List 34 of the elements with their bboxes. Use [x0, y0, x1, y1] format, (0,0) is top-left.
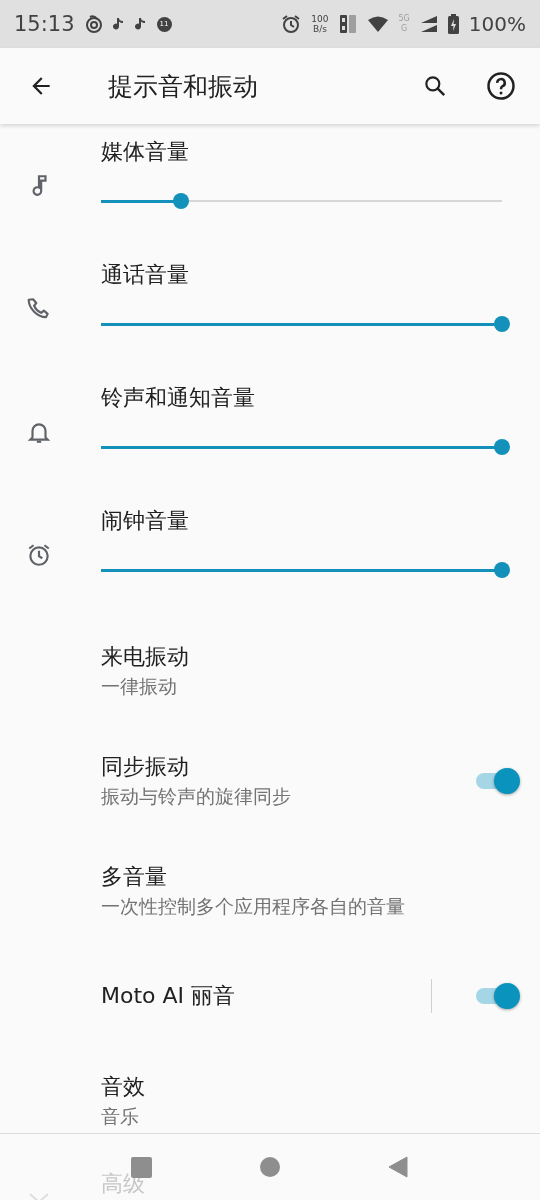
slider-label: 闹钟音量 — [101, 507, 190, 535]
sim-cards-icon — [338, 14, 357, 34]
music-note-icon — [112, 17, 125, 31]
help-icon[interactable] — [486, 71, 516, 101]
wifi-icon — [366, 16, 389, 32]
signal-icon — [419, 15, 438, 33]
setting-summary: 一次性控制多个应用程序各自的音量 — [101, 894, 406, 919]
battery-percentage: 100% — [468, 12, 526, 36]
setting-summary: 振动与铃声的旋律同步 — [101, 784, 292, 809]
slider-label: 媒体音量 — [101, 138, 190, 166]
slider-thumb[interactable] — [494, 316, 510, 332]
slider-thumb[interactable] — [494, 439, 510, 455]
setting-summary: 一律振动 — [101, 674, 178, 699]
net-speed-unit: B/s — [312, 24, 327, 34]
slider-label: 铃声和通知音量 — [101, 384, 256, 412]
music-note-icon — [134, 17, 147, 31]
page-title: 提示音和振动 — [108, 70, 259, 103]
home-button[interactable] — [260, 1157, 280, 1177]
slider-thumb[interactable] — [494, 562, 510, 578]
slider-label: 通话音量 — [101, 261, 190, 289]
setting-title: 同步振动 — [101, 753, 190, 781]
battery-icon — [447, 14, 459, 34]
network-type: 5G — [398, 14, 410, 24]
setting-title: 多音量 — [101, 863, 168, 891]
alarm-clock-icon — [281, 14, 302, 34]
swirl-icon — [84, 15, 103, 33]
setting-title: 音效 — [101, 1073, 146, 1101]
search-icon[interactable] — [422, 73, 448, 99]
slider-thumb[interactable] — [173, 193, 190, 209]
setting-title: 来电振动 — [101, 643, 190, 671]
setting-title: Moto AI 丽音 — [101, 982, 237, 1010]
net-speed-value: 100 — [311, 14, 329, 24]
setting-summary: 音乐 — [101, 1104, 140, 1129]
status-time: 15:13 — [14, 12, 75, 36]
